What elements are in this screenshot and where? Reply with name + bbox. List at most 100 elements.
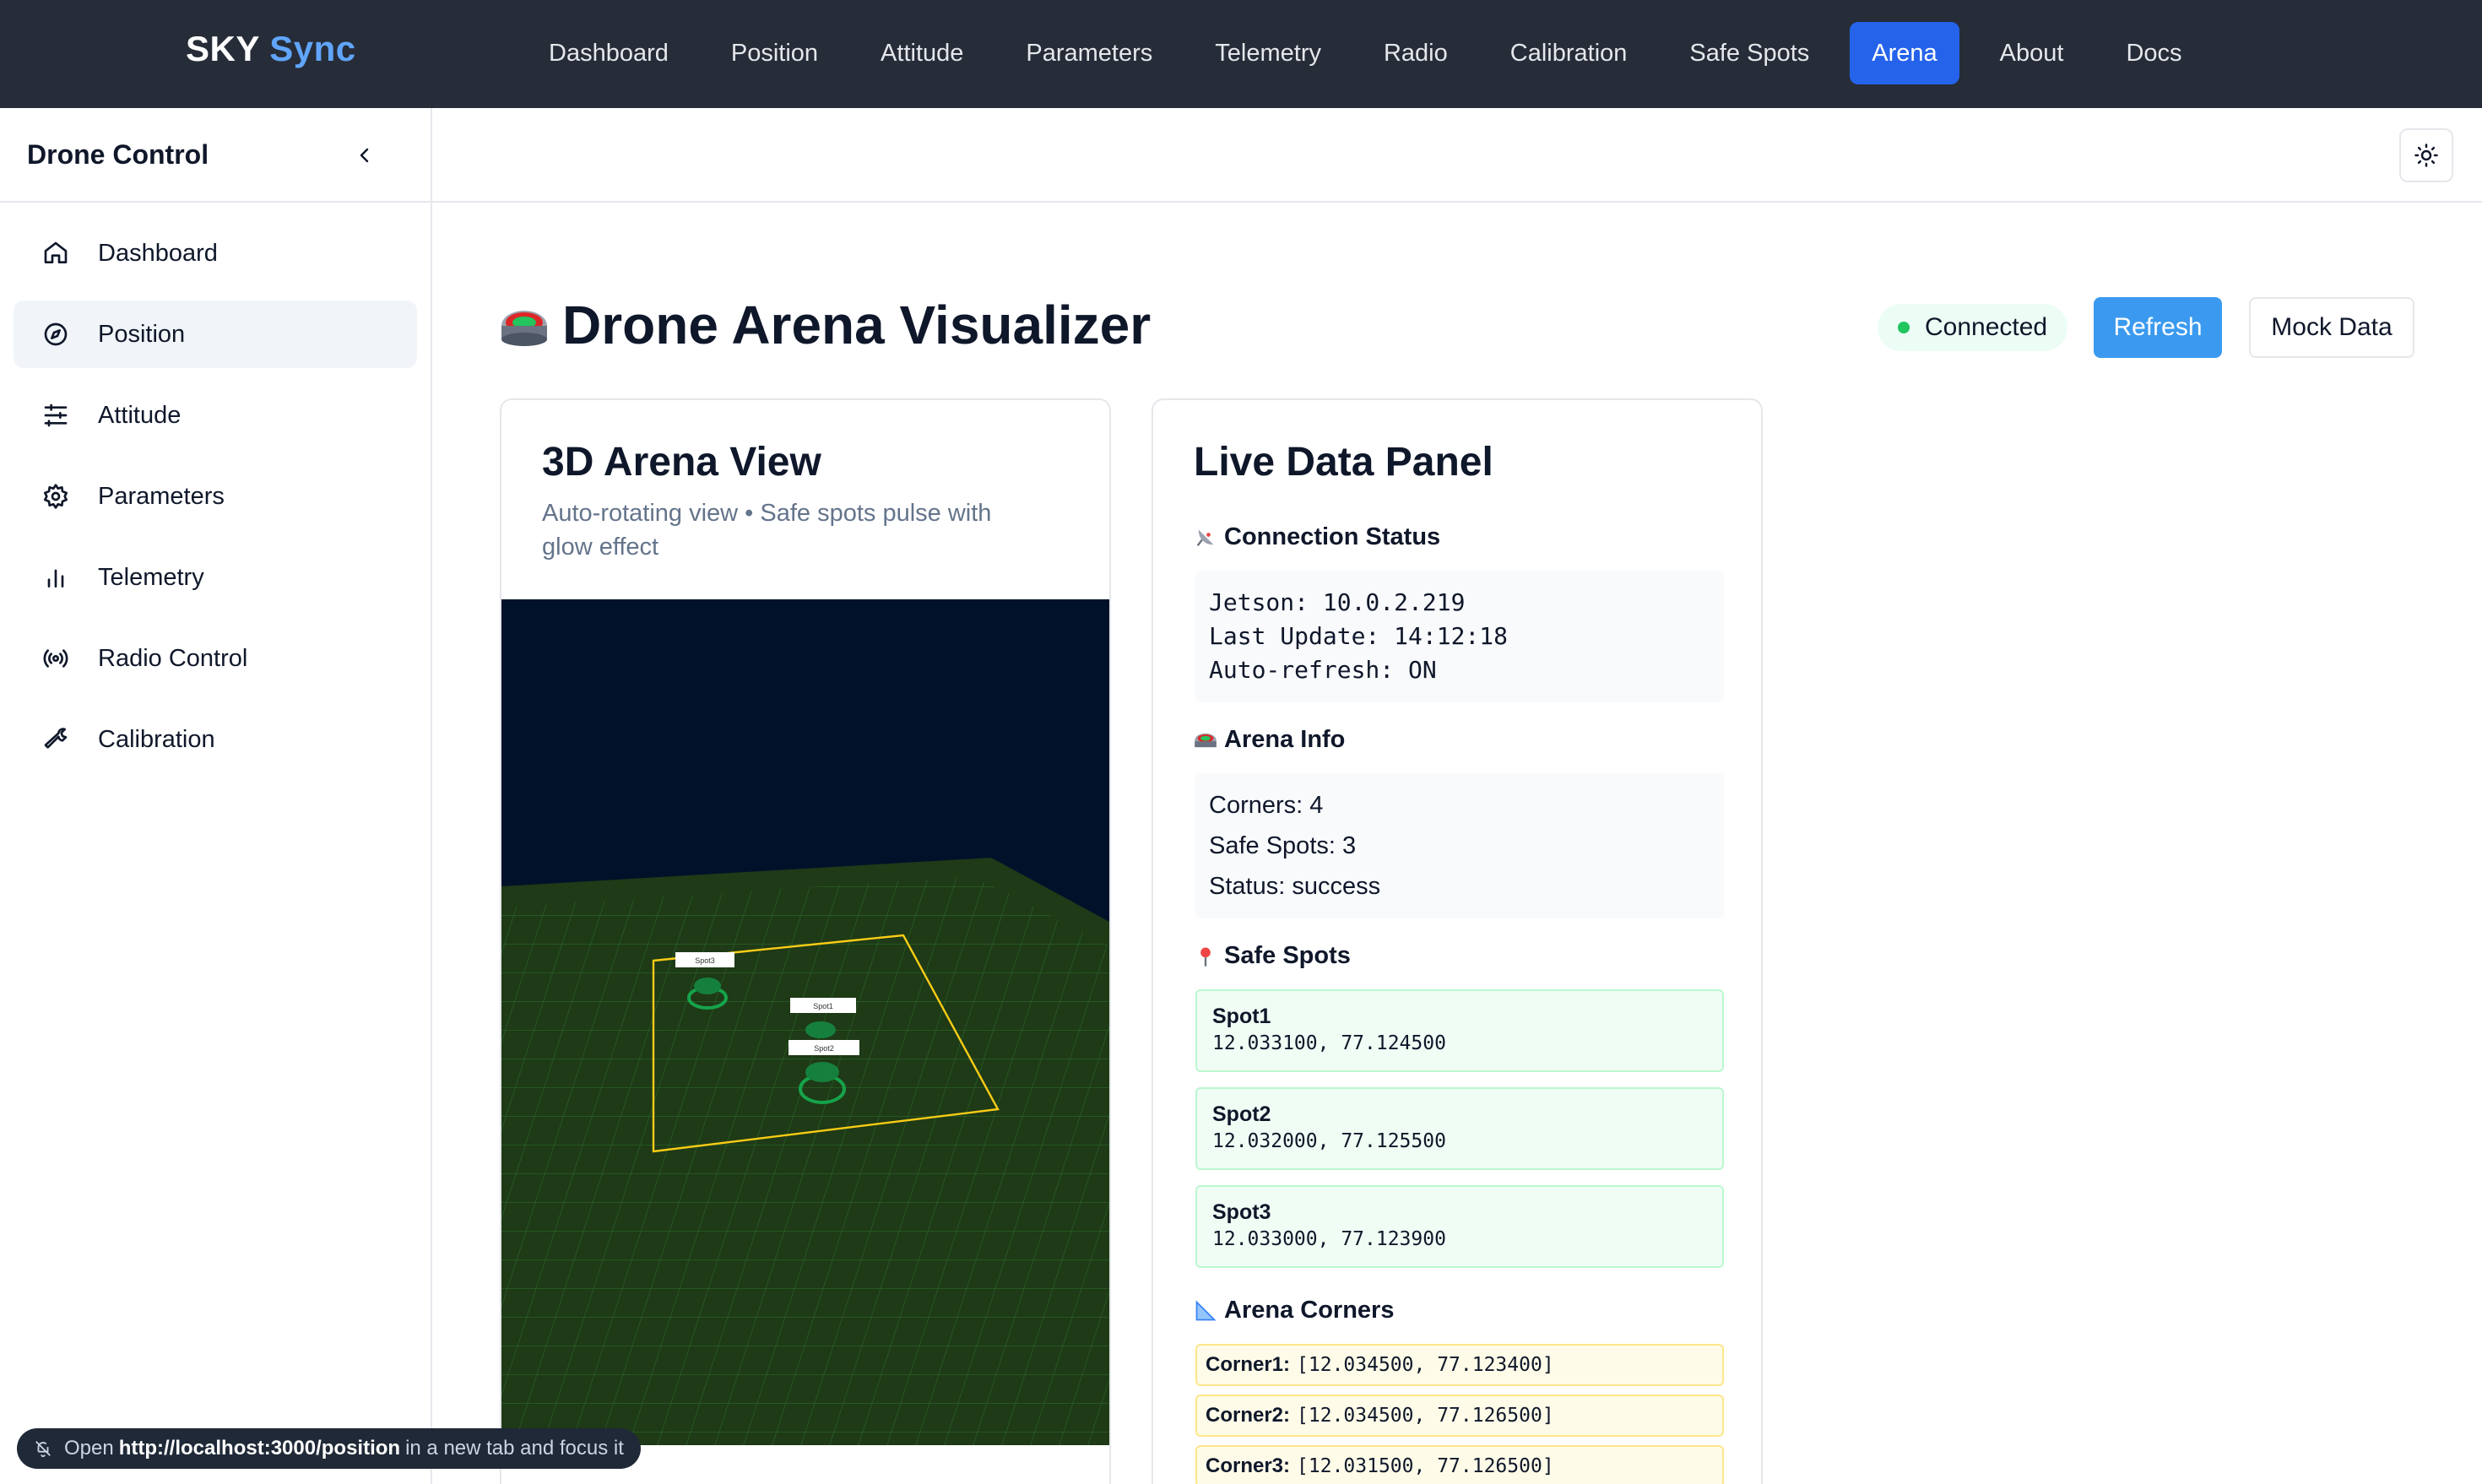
auto-refresh-status: Auto-refresh: ON	[1209, 656, 1437, 684]
safe-spot-item[interactable]: Spot3 12.033000, 77.123900	[1195, 1185, 1724, 1268]
toast-url: http://localhost:3000/position	[118, 1437, 401, 1460]
sidebar-item-label: Dashboard	[98, 239, 218, 267]
live-data-panel: Live Data Panel Connection Status Jetson…	[1152, 398, 1763, 1484]
sidebar-item-position[interactable]: Position	[14, 301, 417, 368]
section-title: Arena Info	[1224, 726, 1346, 753]
sidebar-item-radio-control[interactable]: Radio Control	[14, 625, 417, 692]
corner-label: Corner3:	[1206, 1454, 1291, 1477]
arena-info-box: Corners: 4 Safe Spots: 3 Status: success	[1195, 773, 1724, 918]
refresh-button[interactable]: Refresh	[2094, 297, 2222, 358]
sidebar-item-label: Attitude	[98, 401, 182, 429]
safe-spot-item[interactable]: Spot1 12.033100, 77.124500	[1195, 989, 1724, 1072]
section-title: Safe Spots	[1224, 942, 1351, 969]
arena-scene: Spot3 Spot1 Spot2	[501, 858, 1109, 1445]
sidebar-item-parameters[interactable]: Parameters	[14, 463, 417, 530]
sidebar-header: Drone Control	[0, 108, 431, 203]
spot-name: Spot1	[1212, 1005, 1271, 1028]
spot-coords: 12.033100, 77.124500	[1212, 1032, 1446, 1054]
stadium-icon	[1195, 733, 1217, 747]
compass-icon	[41, 319, 71, 349]
corner-item: Corner3: [12.031500, 77.126500]	[1195, 1445, 1724, 1484]
brand-first: SKY	[186, 29, 260, 68]
collapse-sidebar-button[interactable]	[348, 138, 382, 172]
sidebar-item-dashboard[interactable]: Dashboard	[14, 219, 417, 287]
chevron-left-icon	[360, 148, 369, 163]
page-title: Drone Arena Visualizer	[562, 295, 1152, 355]
toast-suffix: in a new tab and focus it	[405, 1437, 624, 1460]
triangle-ruler-icon	[1195, 1299, 1217, 1320]
corner-item: Corner1: [12.034500, 77.123400]	[1195, 1344, 1724, 1386]
last-update: Last Update: 14:12:18	[1209, 622, 1509, 650]
svg-text:Spot2: Spot2	[814, 1044, 834, 1053]
spot-coords: 12.032000, 77.125500	[1212, 1130, 1446, 1152]
brand-logo[interactable]: SKY Sync	[186, 29, 356, 69]
satellite-dish-icon	[1196, 529, 1214, 546]
nav-calibration[interactable]: Calibration	[1488, 22, 1650, 84]
sidebar-item-attitude[interactable]: Attitude	[14, 382, 417, 449]
safe-spots-heading: Safe Spots	[1194, 942, 1351, 970]
radio-signal-icon	[41, 643, 71, 674]
corner-item: Corner2: [12.034500, 77.126500]	[1195, 1395, 1724, 1437]
arena-corners-heading: Arena Corners	[1194, 1297, 1394, 1324]
sidebar-item-label: Position	[98, 320, 186, 348]
section-title: Arena Corners	[1224, 1297, 1395, 1324]
nav-about[interactable]: About	[1978, 22, 2086, 84]
nav-telemetry[interactable]: Telemetry	[1193, 22, 1343, 84]
main-header	[432, 108, 2482, 203]
corner-label: Corner2:	[1206, 1404, 1291, 1427]
connection-status-heading: Connection Status	[1194, 523, 1440, 551]
nav-arena[interactable]: Arena	[1850, 22, 1959, 84]
sidebar-item-label: Telemetry	[98, 563, 204, 591]
nav-docs[interactable]: Docs	[2104, 22, 2203, 84]
top-navbar: SKY Sync Dashboard Position Attitude Par…	[0, 0, 2482, 108]
corners-count: Corners: 4	[1209, 792, 1324, 819]
bell-off-icon	[35, 1441, 51, 1458]
nav-safe-spots[interactable]: Safe Spots	[1667, 22, 1831, 84]
sidebar-item-calibration[interactable]: Calibration	[14, 706, 417, 773]
corner-label: Corner1:	[1206, 1353, 1291, 1376]
mock-data-button[interactable]: Mock Data	[2249, 297, 2414, 358]
corner-value: [12.031500, 77.126500]	[1297, 1455, 1554, 1477]
arena-3d-canvas[interactable]: Spot3 Spot1 Spot2	[501, 599, 1109, 1445]
safe-spots-count: Safe Spots: 3	[1209, 832, 1357, 859]
spot-name: Spot3	[1212, 1200, 1271, 1224]
svg-text:Spot1: Spot1	[813, 1002, 833, 1010]
status-dot	[1898, 322, 1910, 333]
pin-icon	[1200, 947, 1211, 967]
connection-status-badge: Connected	[1878, 304, 2068, 351]
arena-status: Status: success	[1209, 873, 1381, 900]
page-title-row: Drone Arena Visualizer	[500, 294, 1151, 356]
sidebar-item-label: Parameters	[98, 482, 225, 510]
safe-spot-item[interactable]: Spot2 12.032000, 77.125500	[1195, 1087, 1724, 1170]
sidebar-title: Drone Control	[27, 138, 209, 170]
spot-coords: 12.033000, 77.123900	[1212, 1228, 1446, 1250]
card-title: 3D Arena View	[542, 440, 821, 485]
nav-radio[interactable]: Radio	[1362, 22, 1470, 84]
arena-view-card: 3D Arena View Auto-rotating view • Safe …	[500, 398, 1111, 1484]
nav-dashboard[interactable]: Dashboard	[527, 22, 691, 84]
card-title: Live Data Panel	[1194, 440, 1493, 485]
nav-position[interactable]: Position	[709, 22, 840, 84]
sidebar-item-telemetry[interactable]: Telemetry	[14, 544, 417, 611]
svg-text:Spot3: Spot3	[695, 956, 715, 965]
gear-icon	[41, 481, 71, 512]
top-nav-links: Dashboard Position Attitude Parameters T…	[527, 22, 2214, 84]
corner-value: [12.034500, 77.126500]	[1297, 1405, 1554, 1427]
stadium-icon	[501, 311, 547, 346]
bar-chart-icon	[41, 562, 71, 593]
link-preview-toast: Open http://localhost:3000/position in a…	[17, 1428, 641, 1469]
nav-attitude[interactable]: Attitude	[859, 22, 985, 84]
sliders-icon	[41, 400, 71, 431]
status-text: Connected	[1925, 313, 2048, 341]
connection-status-box: Jetson: 10.0.2.219 Last Update: 14:12:18…	[1195, 571, 1724, 702]
jetson-ip: Jetson: 10.0.2.219	[1209, 588, 1466, 616]
spot-name: Spot2	[1212, 1102, 1271, 1126]
sidebar-items: Dashboard Position Attitude Parameters T…	[0, 203, 431, 804]
sidebar-item-label: Radio Control	[98, 644, 248, 672]
nav-parameters[interactable]: Parameters	[1004, 22, 1174, 84]
toast-prefix: Open	[64, 1437, 114, 1460]
section-title: Connection Status	[1224, 523, 1441, 550]
brand-second: Sync	[269, 29, 356, 68]
theme-toggle-button[interactable]	[2399, 128, 2453, 182]
card-subtitle: Auto-rotating view • Safe spots pulse wi…	[542, 500, 992, 561]
